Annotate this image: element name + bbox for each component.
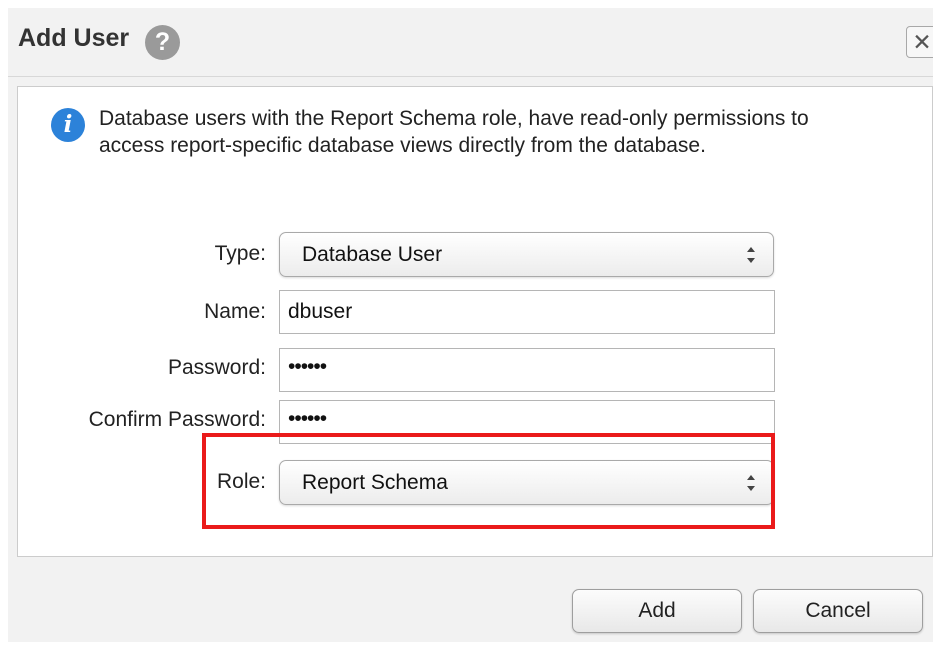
dialog-title: Add User (18, 24, 130, 52)
password-input-value: •••••• (288, 355, 327, 378)
type-label: Type: (214, 242, 266, 265)
name-label: Name: (204, 300, 266, 323)
info-message: Database users with the Report Schema ro… (99, 107, 809, 157)
add-button[interactable]: Add (572, 589, 742, 633)
close-icon: ✕ (912, 29, 932, 55)
password-input[interactable]: •••••• (279, 348, 775, 392)
confirm-password-input[interactable]: •••••• (279, 400, 775, 444)
confirm-password-label: Confirm Password: (88, 408, 266, 431)
up-down-icon (747, 247, 755, 263)
cancel-button[interactable]: Cancel (753, 589, 923, 633)
role-label: Role: (216, 470, 266, 493)
role-select[interactable]: Report Schema (279, 460, 774, 505)
close-button[interactable]: ✕ (906, 26, 933, 58)
confirm-password-input-value: •••••• (288, 407, 327, 430)
up-down-icon (747, 475, 755, 491)
dialog-content: i Database users with the Report Schema … (17, 86, 933, 557)
dialog-titlebar: Add User ? ✕ (8, 8, 933, 77)
type-select-value: Database User (302, 243, 443, 266)
name-input[interactable]: dbuser (279, 290, 775, 334)
type-select[interactable]: Database User (279, 232, 774, 277)
password-label: Password: (167, 356, 266, 379)
name-input-value: dbuser (288, 300, 353, 323)
question-icon[interactable]: ? (145, 25, 180, 60)
role-select-value: Report Schema (302, 471, 448, 494)
info-icon: i (51, 108, 85, 142)
add-user-dialog: Add User ? ✕ i Database users with the R… (8, 8, 933, 642)
